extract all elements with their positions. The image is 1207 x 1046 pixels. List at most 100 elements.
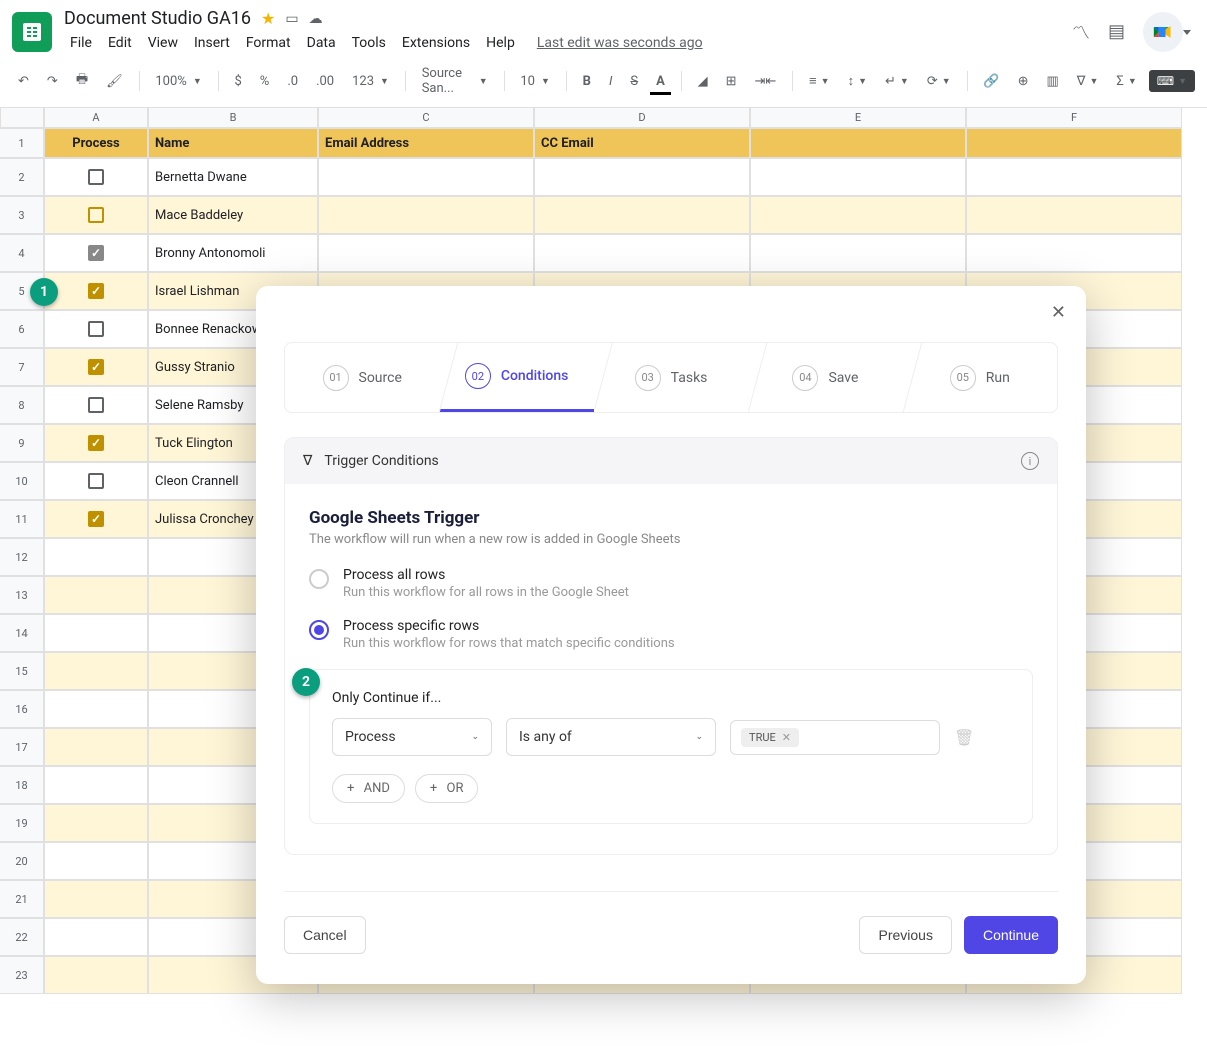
last-edit-link[interactable]: Last edit was seconds ago bbox=[537, 35, 703, 51]
cell[interactable] bbox=[44, 386, 148, 424]
row-header[interactable]: 2 bbox=[0, 158, 44, 196]
row-header[interactable]: 21 bbox=[0, 880, 44, 918]
increase-decimal-icon[interactable]: .00 bbox=[310, 70, 340, 93]
cell[interactable] bbox=[44, 424, 148, 462]
condition-value-input[interactable]: TRUE✕ bbox=[730, 720, 940, 755]
row-header[interactable]: 4 bbox=[0, 234, 44, 272]
menu-view[interactable]: View bbox=[142, 31, 184, 55]
row-header[interactable]: 22 bbox=[0, 918, 44, 956]
row-header[interactable]: 8 bbox=[0, 386, 44, 424]
cell[interactable] bbox=[44, 272, 148, 310]
cell[interactable] bbox=[44, 880, 148, 918]
radio-specific-rows[interactable]: Process specific rows Run this workflow … bbox=[309, 618, 1033, 651]
menu-file[interactable]: File bbox=[64, 31, 98, 55]
cell[interactable] bbox=[44, 576, 148, 614]
cell[interactable]: Mace Baddeley bbox=[148, 196, 318, 234]
row-header[interactable]: 1 bbox=[0, 128, 44, 158]
header-cell[interactable]: CC Email bbox=[534, 128, 750, 158]
paint-format-icon[interactable]: 🖌 bbox=[100, 70, 129, 93]
font-size-select[interactable]: 10▼ bbox=[514, 71, 556, 92]
cell[interactable] bbox=[44, 234, 148, 272]
cell[interactable] bbox=[44, 614, 148, 652]
row-header[interactable]: 23 bbox=[0, 956, 44, 994]
step-save[interactable]: 04Save bbox=[748, 343, 902, 412]
undo-icon[interactable]: ↶ bbox=[12, 70, 35, 93]
keyboard-icon[interactable]: ⌨▼ bbox=[1149, 70, 1195, 92]
column-header[interactable]: A bbox=[44, 108, 148, 128]
row-header[interactable]: 20 bbox=[0, 842, 44, 880]
italic-icon[interactable]: I bbox=[603, 70, 618, 93]
text-color-icon[interactable]: A bbox=[650, 70, 671, 93]
number-format-select[interactable]: 123▼ bbox=[346, 71, 395, 92]
menu-format[interactable]: Format bbox=[240, 31, 297, 55]
header-cell[interactable] bbox=[966, 128, 1182, 158]
cell[interactable]: Bronny Antonomoli bbox=[148, 234, 318, 272]
wrap-icon[interactable]: ↵▼ bbox=[879, 70, 915, 93]
zoom-select[interactable]: 100%▼ bbox=[149, 71, 207, 92]
continue-button[interactable]: Continue bbox=[964, 916, 1058, 954]
cell[interactable] bbox=[44, 196, 148, 234]
comments-icon[interactable]: ▤ bbox=[1108, 21, 1125, 42]
cell[interactable]: Bernetta Dwane bbox=[148, 158, 318, 196]
cell[interactable] bbox=[44, 842, 148, 880]
cell[interactable] bbox=[534, 234, 750, 272]
comment-icon[interactable]: ⊕ bbox=[1012, 70, 1035, 93]
row-header[interactable]: 9 bbox=[0, 424, 44, 462]
percent-icon[interactable]: % bbox=[254, 70, 276, 93]
cell[interactable] bbox=[318, 158, 534, 196]
radio-all-rows[interactable]: Process all rows Run this workflow for a… bbox=[309, 567, 1033, 600]
header-cell[interactable]: Email Address bbox=[318, 128, 534, 158]
cell[interactable] bbox=[44, 804, 148, 842]
cell[interactable] bbox=[750, 158, 966, 196]
add-and-button[interactable]: + AND bbox=[332, 774, 405, 803]
row-header[interactable]: 13 bbox=[0, 576, 44, 614]
filter-icon[interactable]: ∇▼ bbox=[1071, 70, 1105, 93]
borders-icon[interactable]: ⊞ bbox=[720, 70, 743, 93]
cell[interactable] bbox=[318, 234, 534, 272]
cell[interactable] bbox=[44, 652, 148, 690]
functions-icon[interactable]: Σ▼ bbox=[1110, 70, 1142, 93]
merge-icon[interactable]: ⇥⇤ bbox=[749, 70, 783, 93]
activity-icon[interactable]: 〽 bbox=[1072, 19, 1090, 45]
cell[interactable] bbox=[44, 158, 148, 196]
move-icon[interactable]: ▭ bbox=[285, 11, 298, 27]
step-source[interactable]: 01Source bbox=[285, 343, 439, 412]
step-tasks[interactable]: 03Tasks bbox=[594, 343, 748, 412]
currency-icon[interactable]: $ bbox=[228, 70, 247, 93]
column-header[interactable]: F bbox=[966, 108, 1182, 128]
cell[interactable] bbox=[966, 196, 1182, 234]
strike-icon[interactable]: S bbox=[624, 70, 644, 93]
row-header[interactable]: 10 bbox=[0, 462, 44, 500]
step-conditions[interactable]: 02Conditions bbox=[439, 343, 593, 412]
star-icon[interactable]: ★ bbox=[261, 9, 275, 28]
cell[interactable] bbox=[44, 766, 148, 804]
menu-edit[interactable]: Edit bbox=[102, 31, 138, 55]
cell[interactable] bbox=[534, 196, 750, 234]
menu-help[interactable]: Help bbox=[480, 31, 521, 55]
link-icon[interactable]: 🔗 bbox=[977, 70, 1005, 93]
align-icon[interactable]: ≡▼ bbox=[803, 69, 836, 93]
cell[interactable] bbox=[966, 234, 1182, 272]
cell[interactable] bbox=[44, 918, 148, 956]
remove-tag-icon[interactable]: ✕ bbox=[782, 731, 791, 744]
decrease-decimal-icon[interactable]: .0 bbox=[281, 70, 304, 93]
close-icon[interactable]: ✕ bbox=[1051, 302, 1066, 323]
row-header[interactable]: 18 bbox=[0, 766, 44, 804]
column-header[interactable]: C bbox=[318, 108, 534, 128]
font-select[interactable]: Source San...▼ bbox=[416, 63, 494, 99]
row-header[interactable]: 16 bbox=[0, 690, 44, 728]
menu-insert[interactable]: Insert bbox=[188, 31, 236, 55]
row-header[interactable]: 6 bbox=[0, 310, 44, 348]
select-all-cell[interactable] bbox=[0, 108, 44, 128]
add-or-button[interactable]: + OR bbox=[415, 774, 479, 803]
header-cell[interactable]: Process bbox=[44, 128, 148, 158]
cell[interactable] bbox=[44, 462, 148, 500]
fill-color-icon[interactable]: ◢ bbox=[692, 70, 714, 93]
cancel-button[interactable]: Cancel bbox=[284, 916, 366, 954]
row-header[interactable]: 19 bbox=[0, 804, 44, 842]
cell[interactable] bbox=[966, 158, 1182, 196]
row-header[interactable]: 11 bbox=[0, 500, 44, 538]
header-cell[interactable] bbox=[750, 128, 966, 158]
chart-icon[interactable]: ▥ bbox=[1040, 70, 1064, 93]
menu-extensions[interactable]: Extensions bbox=[396, 31, 476, 55]
